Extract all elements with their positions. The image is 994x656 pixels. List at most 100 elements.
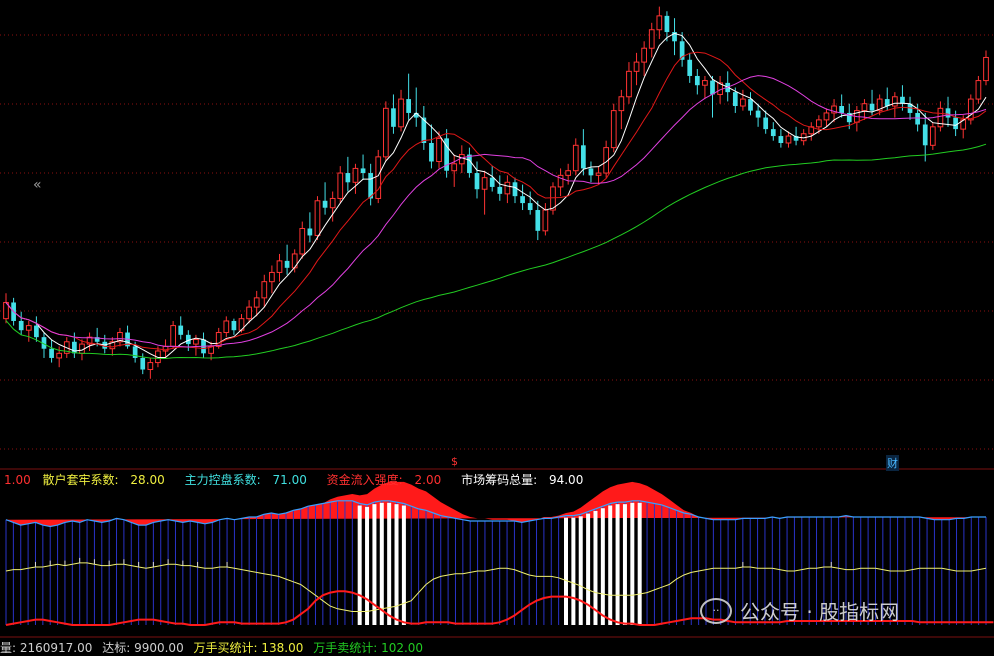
white-bar-0-49	[365, 506, 370, 625]
white-bar-1-83	[615, 504, 620, 625]
candle-body-122	[929, 126, 936, 146]
candle-body-29	[223, 320, 230, 334]
candle-body-36	[276, 260, 283, 273]
candle-body-39	[299, 228, 306, 255]
collapse-chevrons-icon[interactable]: «	[33, 177, 42, 193]
candle-body-110	[839, 106, 845, 113]
candle-body-51	[391, 108, 396, 127]
candle-body-96	[732, 92, 738, 107]
candle-body-45	[345, 173, 351, 183]
candle-body-98	[748, 99, 753, 111]
candle-body-30	[231, 320, 237, 331]
candle-body-65	[497, 186, 503, 194]
candle-body-42	[322, 200, 328, 208]
white-bar-1-84	[622, 504, 627, 625]
legend-item-3-label: 资金流入强度:	[326, 473, 403, 487]
candle-body-83	[633, 61, 640, 72]
white-bar-0-54	[401, 505, 406, 625]
candle-body-90	[687, 59, 693, 76]
candle-body-91	[694, 75, 700, 86]
watermark-text: 公众号 · 股指标网	[740, 600, 900, 624]
candle-body-129	[983, 56, 989, 82]
candle-body-78	[595, 172, 602, 176]
candle-body-100	[763, 117, 769, 130]
white-bar-1-79	[586, 513, 591, 625]
ma10-line	[5, 51, 987, 351]
candle-body-3	[25, 325, 32, 331]
candle-body-118	[900, 96, 905, 104]
candle-body-46	[352, 167, 359, 183]
candle-body-84	[641, 47, 647, 63]
red-area	[6, 481, 979, 527]
candle-body-2	[18, 320, 24, 331]
candle-body-82	[626, 70, 632, 98]
candle-body-121	[922, 124, 928, 146]
candle-body-86	[656, 15, 663, 31]
candle-body-81	[618, 96, 625, 112]
legend-item-4-label: 市场筹码总量:	[461, 473, 538, 487]
volume-footer: 量: 2160917.00 达标: 9900.00 万手买统计: 138.00 …	[0, 639, 429, 656]
candle-body-101	[770, 129, 776, 137]
candle-body-77	[588, 168, 594, 176]
indicator-legend: 1.00 散户套牢系数: 28.00 主力控盘系数: 71.00 资金流入强度:…	[4, 471, 599, 488]
collapse-glyph: «	[33, 177, 42, 193]
candle-body-43	[329, 197, 336, 209]
candle-body-47	[360, 168, 366, 174]
candle-body-80	[610, 110, 617, 149]
candle-body-85	[648, 29, 655, 49]
white-bar-1-86	[637, 502, 642, 625]
footer-target: 达标: 9900.00	[102, 641, 184, 655]
legend-item-2-label: 主力控盘系数:	[184, 473, 261, 487]
candle-body-92	[702, 80, 708, 86]
candle-body-40	[307, 228, 313, 236]
legend-item-1-value: 28.00	[130, 473, 165, 487]
white-bar-1-81	[600, 508, 605, 625]
candle-body-62	[474, 173, 480, 190]
candle-body-63	[481, 177, 488, 190]
candle-body-7	[56, 352, 63, 359]
chart-canvas	[0, 6, 994, 638]
candle-body-67	[512, 182, 518, 197]
white-bar-1-78	[578, 516, 583, 625]
candle-body-59	[451, 163, 458, 172]
candle-body-44	[337, 172, 344, 199]
legend-item-3-value: 2.00	[414, 473, 442, 487]
candle-body-25	[193, 338, 199, 345]
candle-body-56	[429, 142, 434, 162]
ma5-line	[5, 32, 987, 358]
candle-body-120	[915, 112, 920, 125]
candle-body-22	[170, 325, 176, 347]
candle-body-68	[520, 196, 525, 204]
white-bar-0-48	[357, 505, 362, 625]
white-bar-1-77	[571, 517, 576, 625]
watermark: ·· 公众号 · 股指标网	[700, 596, 899, 625]
candle-body-35	[269, 271, 275, 283]
candle-body-9	[72, 341, 77, 354]
candle-body-50	[382, 107, 389, 158]
s-marker-label: $	[451, 455, 458, 468]
candle-body-4	[34, 325, 39, 338]
legend-item-1-label: 散户套牢系数:	[42, 473, 119, 487]
candle-body-102	[778, 136, 784, 143]
cai-marker-label: 财	[887, 457, 898, 470]
footer-volume: 量: 2160917.00	[0, 641, 93, 655]
candle-body-52	[398, 98, 404, 128]
candle-body-108	[823, 112, 830, 121]
candle-body-57	[436, 137, 442, 162]
candle-body-66	[504, 181, 511, 195]
candle-body-75	[572, 144, 579, 172]
candle-body-34	[261, 281, 268, 299]
ma20-line	[5, 75, 987, 348]
legend-item-3: 资金流入强度: 2.00	[327, 473, 450, 487]
white-bar-1-82	[608, 505, 613, 625]
wechat-icon: ··	[700, 597, 732, 624]
cai-marker: 财	[886, 455, 899, 471]
candle-body-114	[869, 103, 875, 111]
candle-body-99	[755, 110, 761, 118]
candle-body-103	[785, 135, 792, 144]
candle-body-70	[535, 210, 541, 231]
s-marker: $	[451, 455, 458, 468]
candle-body-49	[375, 156, 382, 199]
candle-body-37	[284, 260, 290, 268]
white-bar-0-51	[379, 502, 384, 625]
